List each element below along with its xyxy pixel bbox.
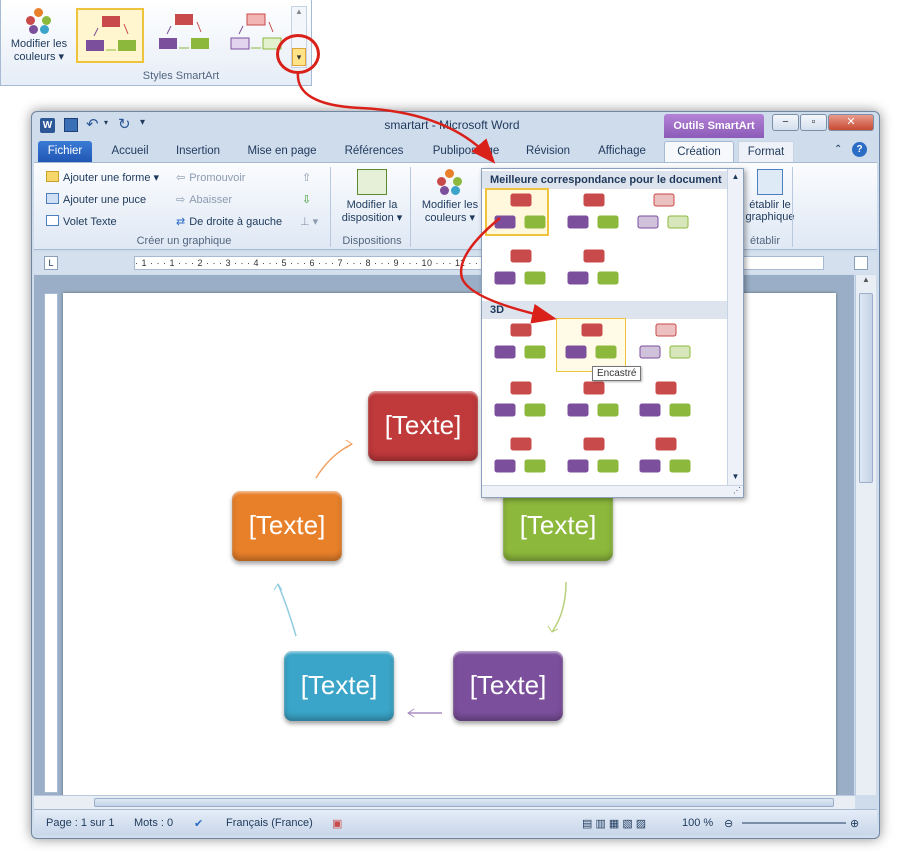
style-thumbnail-shapes [494,323,546,359]
style-thumbnail-shapes [494,381,546,417]
style-thumbnail-shapes [639,323,691,359]
style-thumbnail-shapes [639,381,691,417]
style-thumbnails-graphics [494,193,691,473]
style-thumbnail-shapes [567,381,619,417]
style-thumbnail-shapes [494,437,546,473]
style-thumbnail-shapes [567,193,619,229]
style-thumbnail-shapes [567,249,619,285]
style-thumbnail-shapes [639,437,691,473]
style-thumbnail-shapes [567,437,619,473]
style-thumbnail-shapes [494,249,546,285]
style-tooltip: Encastré [592,366,642,381]
style-thumbnail-shapes [565,323,617,359]
style-thumbnail-shapes [637,193,689,229]
style-thumbnail-shapes [494,193,546,229]
